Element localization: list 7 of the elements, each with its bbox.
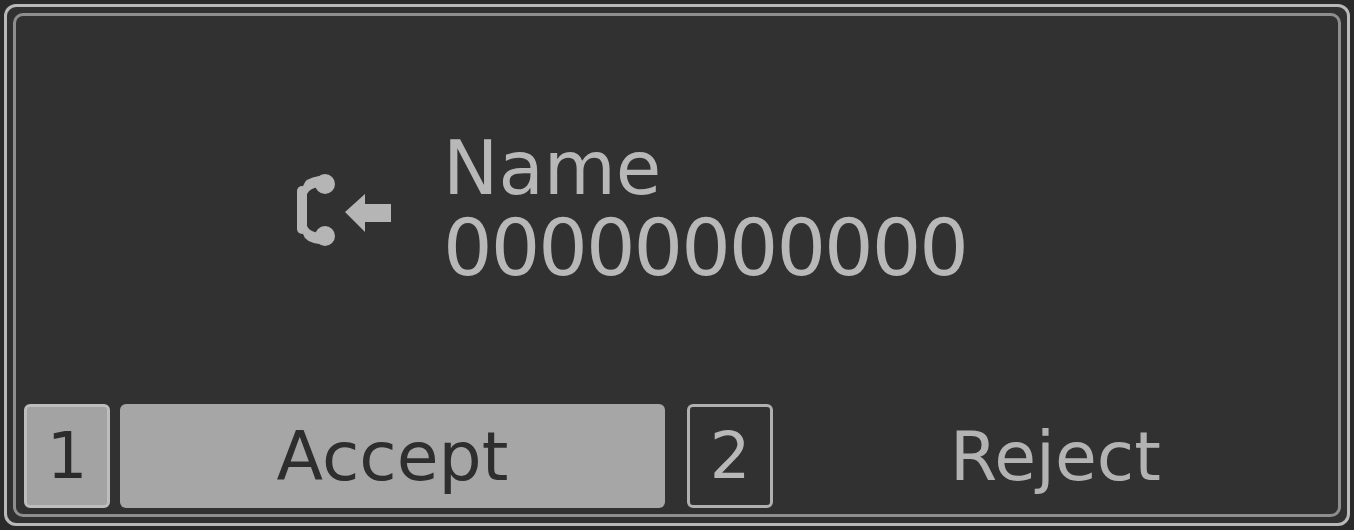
soft-key-button[interactable]: Reject — [783, 404, 1328, 508]
incoming-call-icon — [295, 172, 394, 248]
soft-key-button[interactable]: Accept — [120, 404, 665, 508]
caller-number: 00000000000 — [443, 207, 967, 290]
key-number: 1 — [24, 404, 110, 508]
key-number: 2 — [687, 404, 773, 508]
caller-name: Name — [443, 130, 663, 208]
